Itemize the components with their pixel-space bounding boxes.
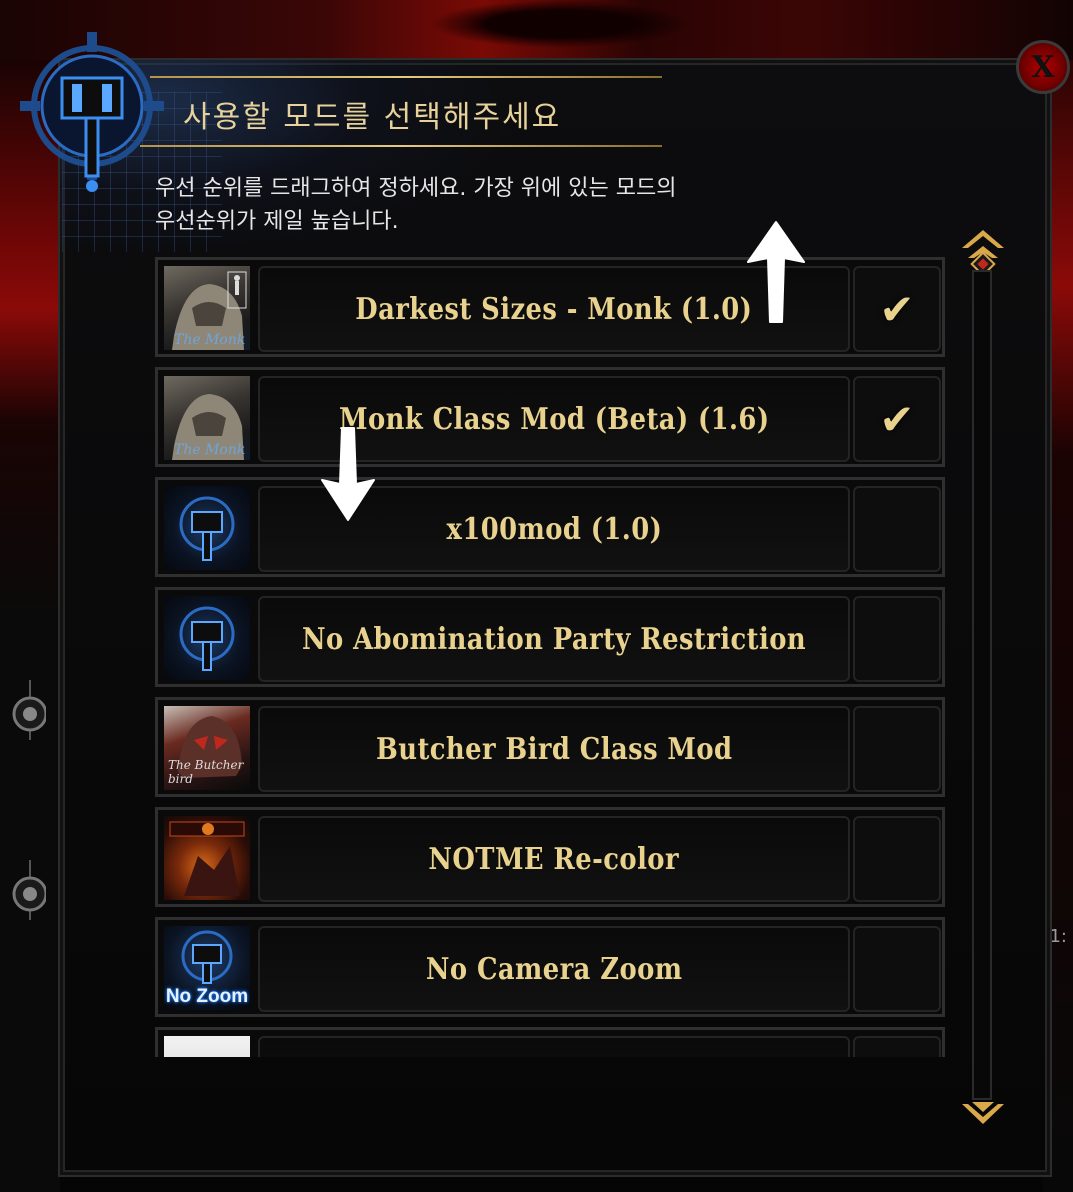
hammer-emblem-icon bbox=[20, 32, 164, 192]
mod-name: Darkest Sizes - Monk (1.0) bbox=[355, 291, 753, 327]
mod-thumbnail: No Zoom bbox=[164, 926, 250, 1010]
mod-thumbnail bbox=[164, 1036, 250, 1057]
mod-enable-checkbox[interactable] bbox=[853, 926, 941, 1012]
skull-icon bbox=[12, 860, 46, 920]
close-button[interactable]: X bbox=[1016, 40, 1070, 94]
mod-name: No Camera Zoom bbox=[425, 951, 683, 987]
title-divider-top bbox=[150, 76, 662, 78]
mod-name: No Abomination Party Restriction bbox=[301, 621, 807, 657]
mod-list: The Monk Darkest Sizes - Monk (1.0) ✔ Th… bbox=[155, 257, 947, 1057]
mod-thumbnail: The Monk bbox=[164, 266, 250, 350]
mod-enable-checkbox[interactable]: ✔ bbox=[853, 376, 941, 462]
mod-enable-checkbox[interactable] bbox=[853, 706, 941, 792]
mod-enable-checkbox[interactable] bbox=[853, 486, 941, 572]
mod-enable-checkbox[interactable]: ✔ bbox=[853, 266, 941, 352]
skull-icon bbox=[12, 680, 46, 740]
mod-row[interactable]: No Abomination Party Restriction bbox=[155, 587, 945, 687]
side-text: 1: bbox=[1049, 926, 1067, 947]
instructions-line-1: 우선 순위를 드래그하여 정하세요. 가장 위에 있는 모드의 bbox=[155, 176, 677, 201]
thumbnail-text: No Zoom bbox=[165, 986, 249, 1007]
mod-thumbnail: The Butcher bird bbox=[164, 706, 250, 790]
mod-row[interactable]: x100mod (1.0) bbox=[155, 477, 945, 577]
mod-enable-checkbox[interactable] bbox=[853, 596, 941, 682]
mod-thumbnail bbox=[164, 486, 250, 570]
thumbnail-text: The Butcher bird bbox=[168, 758, 244, 786]
mod-name-box[interactable] bbox=[258, 1036, 850, 1057]
mod-name-box[interactable]: No Abomination Party Restriction bbox=[258, 596, 850, 682]
chevron-down-icon[interactable] bbox=[958, 1098, 1008, 1132]
mod-row[interactable]: The Monk Darkest Sizes - Monk (1.0) ✔ bbox=[155, 257, 945, 357]
arrow-up-icon bbox=[747, 221, 805, 323]
mod-name: x100mod (1.0) bbox=[446, 511, 662, 547]
hammer-emblem-icon bbox=[179, 496, 235, 561]
scrollbar-track[interactable] bbox=[972, 270, 992, 1100]
mod-row[interactable]: The Butcher bird Butcher Bird Class Mod bbox=[155, 697, 945, 797]
thumbnail-text: The Monk bbox=[174, 442, 246, 458]
background-emblem bbox=[430, 0, 690, 48]
mod-thumbnail bbox=[164, 596, 250, 680]
mod-enable-checkbox[interactable] bbox=[853, 816, 941, 902]
mod-thumbnail: The Monk bbox=[164, 376, 250, 460]
dialog-title: 사용할 모드를 선택해주세요 bbox=[183, 100, 562, 135]
thumbnail-text: The Monk bbox=[174, 332, 246, 348]
mod-enable-checkbox[interactable] bbox=[853, 1036, 941, 1057]
mod-row[interactable]: No Zoom No Camera Zoom bbox=[155, 917, 945, 1017]
mod-row[interactable]: NOTME Re-color bbox=[155, 807, 945, 907]
mod-row[interactable] bbox=[155, 1027, 945, 1057]
background-scenery-left bbox=[0, 60, 60, 1192]
mod-name-box[interactable]: Butcher Bird Class Mod bbox=[258, 706, 850, 792]
check-icon: ✔ bbox=[879, 394, 915, 444]
mod-name: NOTME Re-color bbox=[428, 841, 680, 877]
mod-name: Butcher Bird Class Mod bbox=[375, 731, 733, 767]
mod-thumbnail bbox=[164, 816, 250, 900]
mod-name: Monk Class Mod (Beta) (1.6) bbox=[338, 401, 770, 437]
title-divider-bottom bbox=[140, 145, 662, 147]
mod-name-box[interactable]: NOTME Re-color bbox=[258, 816, 850, 902]
close-icon: X bbox=[1031, 49, 1055, 85]
hammer-emblem-icon bbox=[179, 606, 235, 671]
arrow-down-icon bbox=[321, 427, 375, 521]
game-art-icon bbox=[169, 821, 245, 896]
mod-row[interactable]: The Monk Monk Class Mod (Beta) (1.6) ✔ bbox=[155, 367, 945, 467]
mod-name-box[interactable]: No Camera Zoom bbox=[258, 926, 850, 1012]
check-icon: ✔ bbox=[879, 284, 915, 334]
